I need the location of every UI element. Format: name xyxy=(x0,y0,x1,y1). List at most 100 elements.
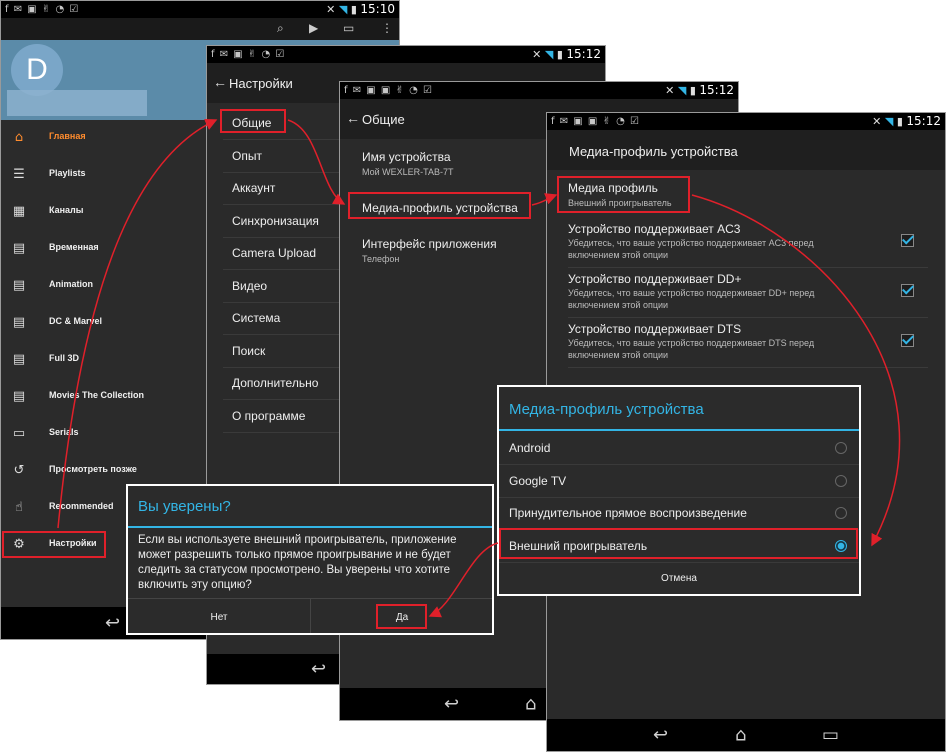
list-icon: ☰ xyxy=(13,167,25,182)
settings-item-label: Система xyxy=(232,311,281,325)
drawer-item[interactable]: ▤ DC & Marvel xyxy=(1,305,211,342)
settings-item-label: Camera Upload xyxy=(232,246,317,260)
dialog-title: Вы уверены? xyxy=(138,498,231,515)
overflow-menu-icon[interactable]: ⋮ xyxy=(381,21,393,35)
avatar[interactable]: D xyxy=(11,44,63,96)
cancel-button[interactable]: Отмена xyxy=(499,573,859,584)
mute-icon: ✕ xyxy=(872,115,882,128)
drawer-item-label: Временная xyxy=(49,242,99,252)
profile-option-label: Android xyxy=(509,441,551,455)
back-arrow-icon[interactable]: ← xyxy=(346,110,360,126)
dialog-divider xyxy=(128,526,492,528)
drawer-item[interactable]: ▦ Каналы xyxy=(1,194,211,231)
drawer-item[interactable]: ⌂ Главная xyxy=(1,120,211,157)
status-bar: f ✉ ▣ ▣ ✌ ◔ ☑ ✕ ◥ ▮ 15:12 xyxy=(547,113,945,130)
radio-button[interactable] xyxy=(835,442,847,454)
highlight-profile-setting xyxy=(557,176,690,213)
radio-button[interactable] xyxy=(835,474,847,487)
codec-option[interactable]: Устройство поддерживает AC3 Убедитесь, чт… xyxy=(568,221,928,268)
dialog-divider xyxy=(499,429,859,431)
drawer-item[interactable]: ▤ Movies The Collection xyxy=(1,379,211,416)
settings-item-label: О программе xyxy=(232,408,306,423)
system-status: ✕ ◥ ▮ 15:10 xyxy=(326,2,395,16)
media-profile-dialog: Медиа-профиль устройства Отмена Android G… xyxy=(497,385,861,596)
home-icon: ⌂ xyxy=(14,130,24,145)
option-description: включением этой опции xyxy=(568,250,669,260)
drawer-item[interactable]: ▤ Full 3D xyxy=(1,342,211,379)
grid-icon: ▦ xyxy=(12,204,26,219)
wifi-icon: ◥ xyxy=(884,115,894,128)
clock: 15:12 xyxy=(906,114,941,128)
profile-option-label: Принудительное прямое воспроизведение xyxy=(509,506,747,520)
highlight-yes xyxy=(376,604,427,629)
codec-option[interactable]: Устройство поддерживает DTS Убедитесь, чт… xyxy=(568,321,928,368)
app-toolbar: ⌕ ▶ ▭ ⋮ xyxy=(1,18,399,40)
back-icon[interactable]: ↩ xyxy=(444,694,459,715)
mute-icon: ✕ xyxy=(665,84,675,97)
settings-item-label: Поиск xyxy=(232,343,266,358)
app-interface-item[interactable]: Интерфейс приложения Телефон xyxy=(362,235,562,269)
wifi-icon: ◥ xyxy=(677,84,687,97)
play-icon[interactable]: ▶ xyxy=(309,21,318,35)
profile-option[interactable]: Принудительное прямое воспроизведение xyxy=(499,497,859,530)
back-arrow-icon[interactable]: ← xyxy=(213,74,227,90)
item-sub: Телефон xyxy=(362,254,400,264)
drawer-item-label: DC & Marvel xyxy=(49,316,103,326)
status-bar: f ✉ ▣ ✌ ◔ ☑ ✕ ◥ ▮ 15:12 xyxy=(207,46,605,63)
profile-option[interactable]: Android xyxy=(499,432,859,465)
home-icon[interactable]: ⌂ xyxy=(735,725,746,746)
checkbox[interactable] xyxy=(901,234,914,247)
checkbox[interactable] xyxy=(901,334,914,347)
option-label: Устройство поддерживает DTS xyxy=(568,322,742,336)
back-icon[interactable]: ↩ xyxy=(105,613,120,634)
clock: 15:12 xyxy=(699,83,734,97)
drawer-item[interactable]: ☰ Playlists xyxy=(1,157,211,194)
clock: 15:12 xyxy=(566,47,601,61)
back-icon[interactable]: ↩ xyxy=(311,659,326,680)
battery-icon: ▮ xyxy=(556,48,563,61)
search-icon[interactable]: ⌕ xyxy=(277,21,284,36)
drawer-item[interactable]: ▤ Animation xyxy=(1,268,211,305)
profile-option-label: Google TV xyxy=(509,473,567,488)
codec-option[interactable]: Устройство поддерживает DD+ Убедитесь, чт… xyxy=(568,271,928,318)
status-bar: f ✉ ▣ ▣ ✌ ◔ ☑ ✕ ◥ ▮ 15:12 xyxy=(340,82,738,99)
cast-icon[interactable]: ▭ xyxy=(343,21,354,35)
nav-bar: ↩ ⌂ ▭ xyxy=(547,719,945,751)
drawer-item-label: Recommended xyxy=(49,501,114,511)
device-name-item[interactable]: Имя устройства Мой WEXLER-TAB-7T xyxy=(362,148,562,182)
recents-icon[interactable]: ▭ xyxy=(822,725,839,746)
history-icon: ↺ xyxy=(13,463,25,478)
option-description: включением этой опции xyxy=(568,300,669,310)
home-icon[interactable]: ⌂ xyxy=(525,694,536,715)
back-icon[interactable]: ↩ xyxy=(653,725,668,746)
highlight-settings xyxy=(2,531,106,558)
checkbox[interactable] xyxy=(901,284,914,297)
no-button[interactable]: Нет xyxy=(128,612,310,623)
option-description: Убедитесь, что ваше устройство поддержив… xyxy=(568,338,815,348)
film-icon: ▤ xyxy=(12,352,26,367)
battery-icon: ▮ xyxy=(350,3,357,16)
item-sub: Мой WEXLER-TAB-7T xyxy=(362,167,454,177)
dialog-message: Если вы используете внешний проигрывател… xyxy=(138,534,457,591)
system-status: ✕ ◥ ▮ 15:12 xyxy=(665,83,734,97)
drawer-item-label: Каналы xyxy=(49,205,84,215)
settings-item-label: Синхронизация xyxy=(232,213,319,228)
settings-item-label: Видео xyxy=(232,278,268,293)
tv-icon: ▭ xyxy=(12,426,26,441)
page-title: Настройки xyxy=(229,76,293,91)
radio-button[interactable] xyxy=(835,507,847,519)
option-description: Убедитесь, что ваше устройство поддержив… xyxy=(568,238,814,248)
option-description: включением этой опции xyxy=(568,350,669,360)
system-status: ✕ ◥ ▮ 15:12 xyxy=(532,47,601,61)
highlight-general xyxy=(220,109,286,133)
wifi-icon: ◥ xyxy=(544,48,554,61)
page-title: Общие xyxy=(362,112,405,127)
drawer-item[interactable]: ▭ Serials xyxy=(1,416,211,453)
profile-option[interactable]: Google TV xyxy=(499,465,859,498)
system-status: ✕ ◥ ▮ 15:12 xyxy=(872,114,941,128)
notification-icons: f ✉ ▣ ▣ ✌ ◔ ☑ xyxy=(551,116,640,127)
mute-icon: ✕ xyxy=(326,3,336,16)
confirm-dialog: Вы уверены? Если вы используете внешний … xyxy=(126,484,494,635)
item-label: Имя устройства xyxy=(362,150,451,164)
drawer-item[interactable]: ▤ Временная xyxy=(1,231,211,268)
